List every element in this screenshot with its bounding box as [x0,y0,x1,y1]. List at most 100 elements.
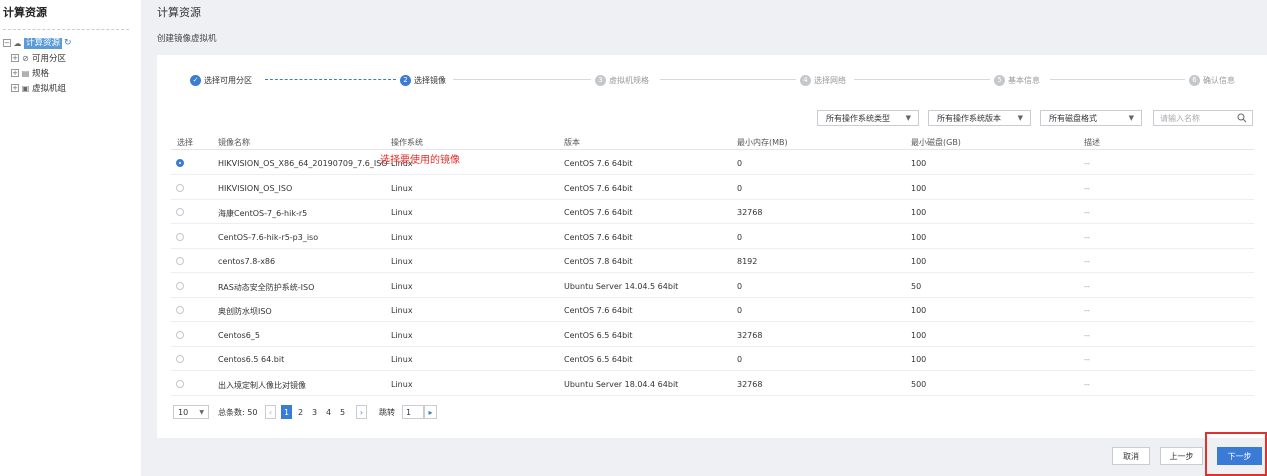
expand-icon[interactable]: + [11,84,19,92]
total-count: 总条数: 50 [218,407,258,417]
cell-mem: 32768 [737,379,763,389]
cell-desc: -- [1084,355,1090,364]
expand-icon[interactable]: + [11,69,19,77]
table-row[interactable]: RAS动态安全防护系统-ISO Linux Ubuntu Server 14.04.… [171,274,1254,298]
cell-name: HIKVISION_OS_ISO [218,183,293,193]
step-vm-flavor: 3 虚拟机规格 [595,74,649,86]
collapse-icon[interactable]: − [3,39,11,47]
cell-name: 奥创防水坝ISO [218,307,272,316]
tree-node-label[interactable]: 计算资源 [24,37,63,49]
select-radio[interactable] [176,232,184,241]
disk-format-select[interactable]: 所有磁盘格式 ▼ [1040,110,1142,126]
select-radio[interactable] [176,379,184,388]
table-row[interactable]: 奥创防水坝ISO Linux CentOS 7.6 64bit 0 100 -- [171,298,1254,322]
cell-desc: -- [1084,379,1090,389]
jump-input[interactable]: 1 [402,405,424,419]
table-row[interactable]: CentOS-7.6-hik-r5-p3_iso Linux CentOS 7.6 … [171,225,1254,249]
tree-node-label[interactable]: 虚拟机组 [32,82,66,94]
cell-mem: 0 [737,183,743,193]
prev-page-icon[interactable]: ‹ [265,405,276,419]
cell-disk: 100 [911,257,927,266]
step-connector [660,79,796,80]
page-subtitle: 创建镜像虚拟机 [157,34,217,44]
check-icon: ✓ [190,74,201,86]
os-version-select[interactable]: 所有操作系统版本 ▼ [928,110,1031,126]
cell-os: Linux [391,208,413,217]
cell-mem: 0 [737,232,743,242]
cell-disk: 100 [911,208,927,217]
cell-name: Centos6.5 64.bit [218,355,285,364]
search-box[interactable] [1153,110,1253,126]
cell-name: 海康CentOS-7_6-hik-r5 [218,209,308,218]
column-header[interactable]: 操作系统 [391,137,423,148]
chevron-down-icon: ▼ [199,408,204,416]
page-button[interactable]: 4 [323,405,334,419]
table-row[interactable]: HIKVISION_OS_X86_64_20190709_7.6_ISO Linu… [171,151,1254,175]
tree-node-compute-resources[interactable]: − ☁ 计算资源 ↻ [3,37,72,49]
select-radio[interactable] [176,355,184,363]
tree-node-flavor[interactable]: + ▤ 规格 [11,67,49,79]
column-header[interactable]: 最小内存(MB) [737,137,788,148]
table-row[interactable]: 海康CentOS-7_6-hik-r5 Linux CentOS 7.6 64bit… [171,200,1254,224]
page-button[interactable]: 2 [295,405,306,419]
os-type-select[interactable]: 所有操作系统类型 ▼ [817,110,919,126]
table-row[interactable]: HIKVISION_OS_ISO Linux CentOS 7.6 64bit 0 10… [171,176,1254,200]
tree-node-label[interactable]: 可用分区 [32,52,66,64]
page-size-select[interactable]: 10 ▼ [173,405,209,419]
cell-os: Linux [391,379,413,389]
table-row[interactable]: 出入境定制人像比对镜像 Linux Ubuntu Server 18.04.4 64… [171,372,1254,396]
step-number: 2 [400,74,411,86]
step-label: 选择镜像 [414,75,446,85]
zone-icon: ⊘ [22,53,29,63]
tree-node-availability-zone[interactable]: + ⊘ 可用分区 [11,52,66,64]
cell-name: RAS动态安全防护系统-ISO [218,282,315,292]
tree-node-label[interactable]: 规格 [32,67,49,79]
select-radio[interactable] [176,306,184,314]
column-header[interactable]: 最小磁盘(GB) [911,137,961,148]
cell-disk: 100 [911,159,927,168]
jump-go-icon[interactable]: ▸ [424,405,437,419]
select-radio[interactable] [176,281,184,290]
expand-icon[interactable]: + [11,54,19,62]
table-row[interactable]: Centos6_5 Linux CentOS 6.5 64bit 32768 100 -- [171,323,1254,347]
chevron-down-icon: ▼ [1017,114,1023,122]
select-radio[interactable] [176,183,184,192]
table-row[interactable]: Centos6.5 64.bit Linux CentOS 6.5 64bit 0 10… [171,347,1254,371]
step-confirm-info: 6 确认信息 [1189,74,1235,86]
refresh-icon[interactable]: ↻ [64,38,72,48]
cell-desc: -- [1084,306,1090,315]
search-input[interactable] [1160,113,1230,123]
step-basic-info: 5 基本信息 [994,74,1040,86]
table-header: 选择 镜像名称 操作系统 版本 最小内存(MB) 最小磁盘(GB) 描述 [171,137,1254,150]
step-label: 选择网络 [814,75,846,85]
cell-os: Linux [391,355,413,364]
column-header[interactable]: 版本 [564,137,580,148]
cancel-button[interactable]: 取消 [1112,447,1150,465]
table-row[interactable]: centos7.8-x86 Linux CentOS 7.8 64bit 8192 10… [171,249,1254,273]
chevron-down-icon: ▼ [1128,114,1134,122]
cell-disk: 500 [911,379,927,389]
page-size-value: 10 [178,407,189,417]
cell-mem: 32768 [737,330,763,340]
column-header[interactable]: 镜像名称 [218,137,250,148]
page-button[interactable]: 1 [281,405,292,419]
cell-name: centos7.8-x86 [218,257,276,266]
tree-node-vm-group[interactable]: + ▣ 虚拟机组 [11,82,66,94]
chevron-down-icon: ▼ [905,114,911,122]
search-icon[interactable] [1237,113,1247,123]
select-radio[interactable] [176,257,184,265]
disk-format-value: 所有磁盘格式 [1049,113,1097,123]
cell-mem: 0 [737,159,743,168]
next-page-icon[interactable]: › [356,405,367,419]
page-button[interactable]: 5 [337,405,348,419]
select-radio[interactable] [176,208,184,216]
cell-disk: 100 [911,330,927,340]
prev-step-button[interactable]: 上一步 [1160,447,1203,465]
cell-os: Linux [391,183,413,193]
step-number: 4 [800,74,811,86]
cell-mem: 8192 [737,257,758,266]
select-radio[interactable] [176,159,184,167]
select-radio[interactable] [176,330,184,339]
cell-disk: 100 [911,355,927,364]
page-button[interactable]: 3 [309,405,320,419]
